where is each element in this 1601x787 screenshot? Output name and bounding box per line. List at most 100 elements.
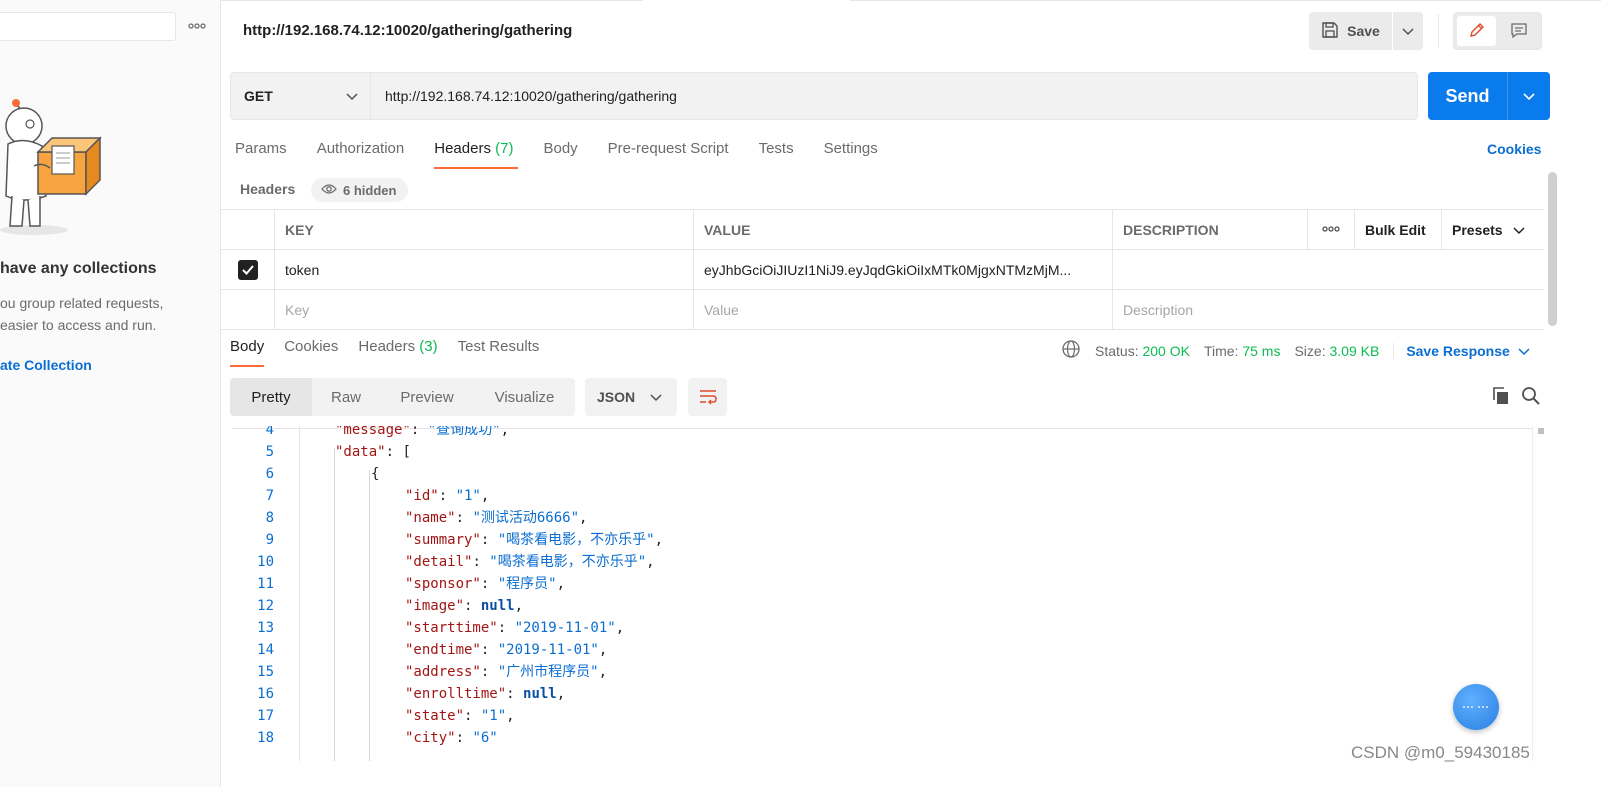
row-checkbox[interactable] [221,250,275,290]
response-body-editor[interactable]: 4 "message": "查询成功", 5 "data": [6{7 "id": "1… [221,426,1531,761]
response-meta: Status: 200 OK Time: 75 ms Size: 3.09 KB… [1061,339,1530,362]
line-number: 11 [257,576,274,592]
tab-body[interactable]: Body [543,140,577,170]
json-key: "name" [405,510,456,526]
method-select[interactable]: GET [230,72,371,120]
json-colon: : [385,444,403,460]
view-visualize[interactable]: Visualize [474,378,575,416]
more-horizontal-icon[interactable] [187,17,207,35]
floating-action-button[interactable] [1453,684,1499,730]
code-line: 13 "starttime": "2019-11-01", [221,617,1531,639]
response-tab-test-results[interactable]: Test Results [458,338,540,368]
wrap-lines-button[interactable] [688,378,727,416]
response-tab-headers[interactable]: Headers (3) [358,338,437,368]
save-response-button[interactable]: Save Response [1393,342,1530,359]
table-header-row: KEY VALUE DESCRIPTION Bulk Edit Presets [221,210,1544,250]
save-options-button[interactable] [1393,12,1423,50]
response-tab-cookies[interactable]: Cookies [284,338,338,368]
request-title[interactable]: http://192.168.74.12:10020/gathering/gat… [243,22,572,39]
view-pretty[interactable]: Pretty [230,378,312,416]
code-line: 17 "state": "1", [221,705,1531,727]
mode-toggle [1453,12,1542,50]
comment-mode-button[interactable] [1499,16,1538,46]
json-key: "address" [405,664,481,680]
header-description-cell[interactable] [1113,250,1544,290]
tab-tests[interactable]: Tests [759,140,794,170]
code-line: 8 "name": "测试活动6666", [221,507,1531,529]
size-label: Size: [1294,342,1326,359]
code-content: "enrolltime": null, [405,683,565,705]
search-icon[interactable] [1521,386,1541,409]
save-button[interactable]: Save [1309,12,1393,50]
json-key: "sponsor" [405,576,481,592]
active-tab-indicator [643,0,850,2]
code-content: "detail": "喝茶看电影，不亦乐乎", [405,551,655,573]
copy-icon[interactable] [1491,386,1511,409]
column-header-key: KEY [275,210,694,250]
presets-dropdown[interactable]: Presets [1442,210,1544,250]
json-key: "state" [405,708,465,724]
line-number: 9 [265,532,274,548]
json-colon: : [497,620,515,636]
tab-authorization[interactable]: Authorization [317,140,405,170]
tab-settings[interactable]: Settings [824,140,878,170]
globe-icon[interactable] [1061,339,1081,362]
tab-headers-label: Headers [434,140,491,157]
tab-headers-count: (7) [495,140,514,157]
json-key: "image" [405,598,465,614]
json-colon: : [480,642,498,658]
empty-text-line-2: easier to access and run. [0,317,157,333]
language-select[interactable]: JSON [585,378,677,416]
code-content: "summary": "喝茶看电影，不亦乐乎", [405,529,663,551]
size-indicator[interactable]: Size: 3.09 KB [1294,343,1379,359]
send-button[interactable]: Send [1428,72,1508,120]
method-label: GET [244,88,273,104]
json-comma: , [500,426,510,438]
chevron-down-icon [1518,343,1530,359]
cookies-link[interactable]: Cookies [1487,141,1541,157]
tab-pre-request-script[interactable]: Pre-request Script [608,140,729,170]
json-comma: , [598,642,608,658]
code-line: 16 "enrolltime": null, [221,683,1531,705]
column-options-button[interactable] [1308,210,1355,250]
key-placeholder[interactable]: Key [275,290,694,330]
description-placeholder[interactable]: Description [1113,290,1544,330]
json-comma: , [615,620,625,636]
response-tab-headers-label: Headers [358,338,416,355]
json-comma: , [514,598,524,614]
tab-headers[interactable]: Headers (7) [434,140,519,170]
json-colon: : [480,532,498,548]
status-value: 200 OK [1142,342,1190,359]
header-value-cell[interactable]: eyJhbGciOiJIUzI1NiJ9.eyJqdGkiOiIxMTk0Mjg… [694,250,1113,290]
code-content: "id": "1", [405,485,489,507]
status-indicator[interactable]: Status: 200 OK [1095,343,1190,359]
sidebar: have any collections ou group related re… [0,0,221,787]
headers-table: KEY VALUE DESCRIPTION Bulk Edit Presets … [221,209,1544,330]
code-scrollbar[interactable] [1532,426,1550,761]
table-row: token eyJhbGciOiJIUzI1NiJ9.eyJqdGkiOiIxM… [221,250,1544,290]
url-input[interactable] [371,72,1418,120]
request-tabs: Params Authorization Headers (7) Body Pr… [235,140,878,170]
bulk-edit-button[interactable]: Bulk Edit [1355,210,1442,250]
code-scrollbar-thumb[interactable] [1538,428,1544,434]
sidebar-search-input[interactable] [0,12,176,41]
json-key: "starttime" [405,620,498,636]
view-raw[interactable]: Raw [312,378,380,416]
request-pane-scrollbar[interactable] [1548,172,1557,326]
value-placeholder[interactable]: Value [694,290,1113,330]
line-number: 15 [257,664,274,680]
json-comma: , [556,576,566,592]
tab-params[interactable]: Params [235,140,287,170]
hidden-headers-toggle[interactable]: 6 hidden [311,178,409,202]
response-tab-body[interactable]: Body [230,338,265,368]
line-number: 16 [257,686,274,702]
time-indicator[interactable]: Time: 75 ms [1204,343,1281,359]
line-number: 6 [265,466,274,482]
create-collection-link[interactable]: ate Collection [0,357,92,373]
send-options-button[interactable] [1508,72,1550,120]
edit-mode-button[interactable] [1457,16,1496,46]
header-key-cell[interactable]: token [275,250,694,290]
code-line: 6{ [221,463,1531,485]
language-label: JSON [597,389,636,405]
view-preview[interactable]: Preview [380,378,474,416]
